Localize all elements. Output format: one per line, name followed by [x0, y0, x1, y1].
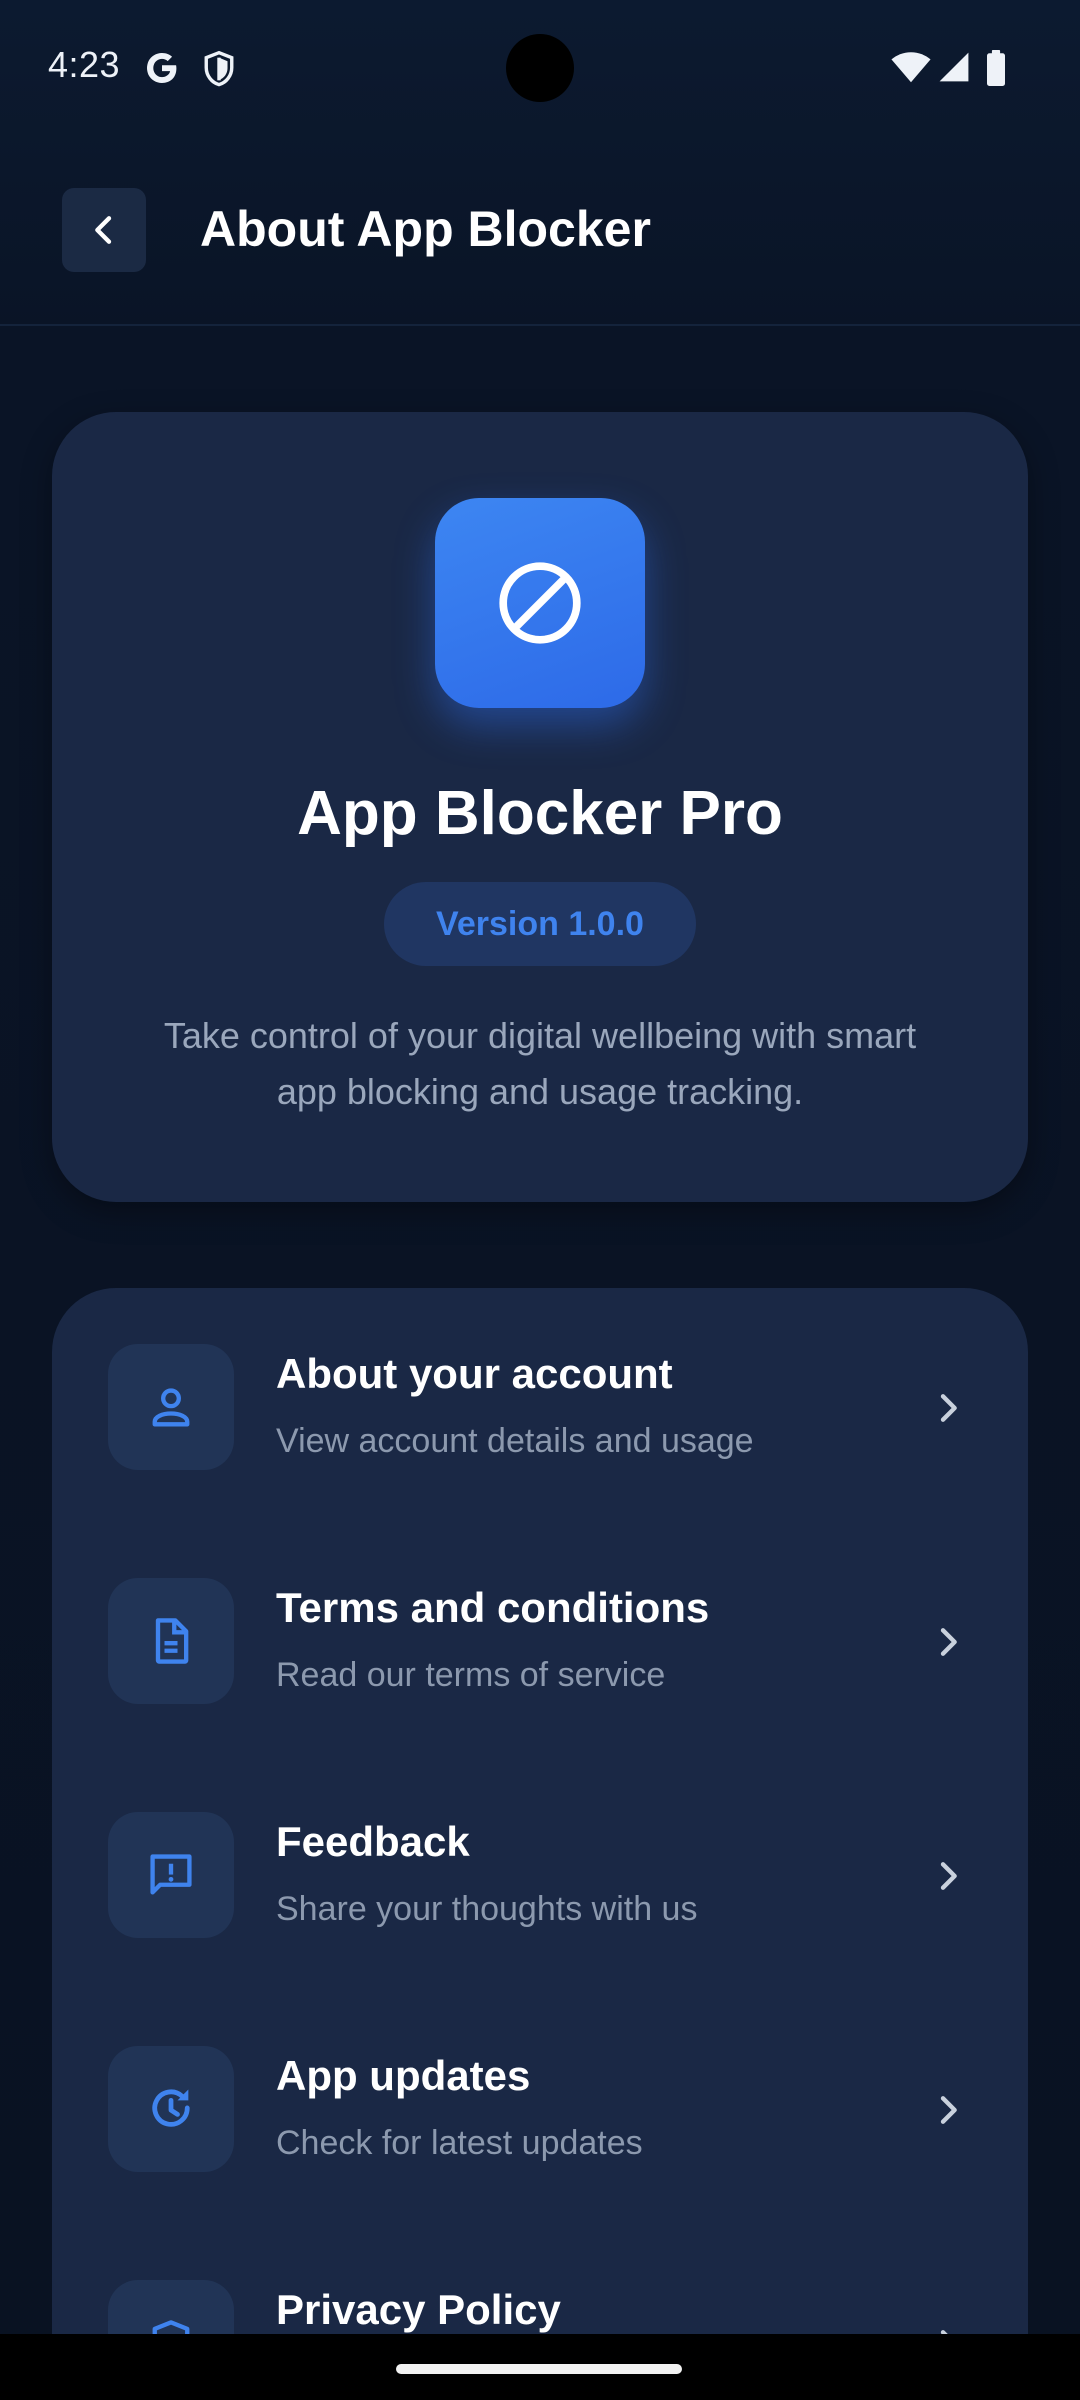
menu-item-app-updates[interactable]: App updates Check for latest updates [52, 1990, 1028, 2224]
menu-item-subtitle: Read our terms of service [276, 1656, 666, 1694]
menu-icon-tile [108, 1344, 234, 1470]
page-title: About App Blocker [200, 201, 651, 257]
app-info-card: App Blocker Pro Version 1.0.0 Take contr… [52, 412, 1028, 1202]
about-screen: 4:23 About App Blocker App Blocker Pro V… [0, 0, 1080, 2400]
status-bar: 4:23 [0, 0, 1080, 130]
app-bar: About App Blocker [0, 130, 1080, 326]
menu-item-subtitle: Check for latest updates [276, 2124, 643, 2162]
feedback-icon [150, 1854, 192, 1895]
wifi-icon [891, 52, 931, 83]
shield-icon [204, 50, 234, 87]
system-navigation-bar [0, 2334, 1080, 2400]
block-icon [499, 562, 581, 644]
menu-item-title: About your account [276, 1350, 673, 1397]
update-icon [152, 2089, 190, 2127]
back-button[interactable] [62, 188, 146, 272]
app-logo [435, 498, 645, 708]
about-menu: About your account View account details … [52, 1288, 1028, 2400]
version-badge: Version 1.0.0 [384, 882, 696, 966]
battery-icon [987, 50, 1005, 86]
menu-item-title: App updates [276, 2052, 531, 2099]
menu-item-terms[interactable]: Terms and conditions Read our terms of s… [52, 1522, 1028, 1756]
menu-item-subtitle: Share your thoughts with us [276, 1890, 698, 1928]
person-icon [152, 1388, 190, 1427]
home-indicator[interactable] [396, 2364, 682, 2374]
chevron-right-icon [940, 1862, 957, 1890]
google-icon [147, 53, 177, 83]
menu-item-title: Privacy Policy [276, 2286, 561, 2333]
menu-icon-tile [108, 1812, 234, 1938]
signal-icon [939, 52, 969, 82]
chevron-right-icon [940, 1628, 957, 1656]
menu-item-feedback[interactable]: Feedback Share your thoughts with us [52, 1756, 1028, 1990]
menu-item-subtitle: View account details and usage [276, 1422, 754, 1460]
menu-item-title: Terms and conditions [276, 1584, 710, 1631]
document-icon [155, 1618, 189, 1664]
front-camera [506, 34, 574, 102]
chevron-right-icon [940, 2096, 957, 2124]
app-name: App Blocker Pro [297, 779, 783, 848]
chevron-right-icon [940, 1394, 957, 1422]
app-description: Take control of your digital wellbeing w… [163, 1015, 917, 1112]
menu-icon-tile [108, 2046, 234, 2172]
chevron-left-icon [95, 216, 112, 244]
status-time: 4:23 [48, 44, 121, 85]
menu-item-about-account[interactable]: About your account View account details … [52, 1288, 1028, 1522]
menu-item-title: Feedback [276, 1818, 470, 1865]
menu-icon-tile [108, 1578, 234, 1704]
